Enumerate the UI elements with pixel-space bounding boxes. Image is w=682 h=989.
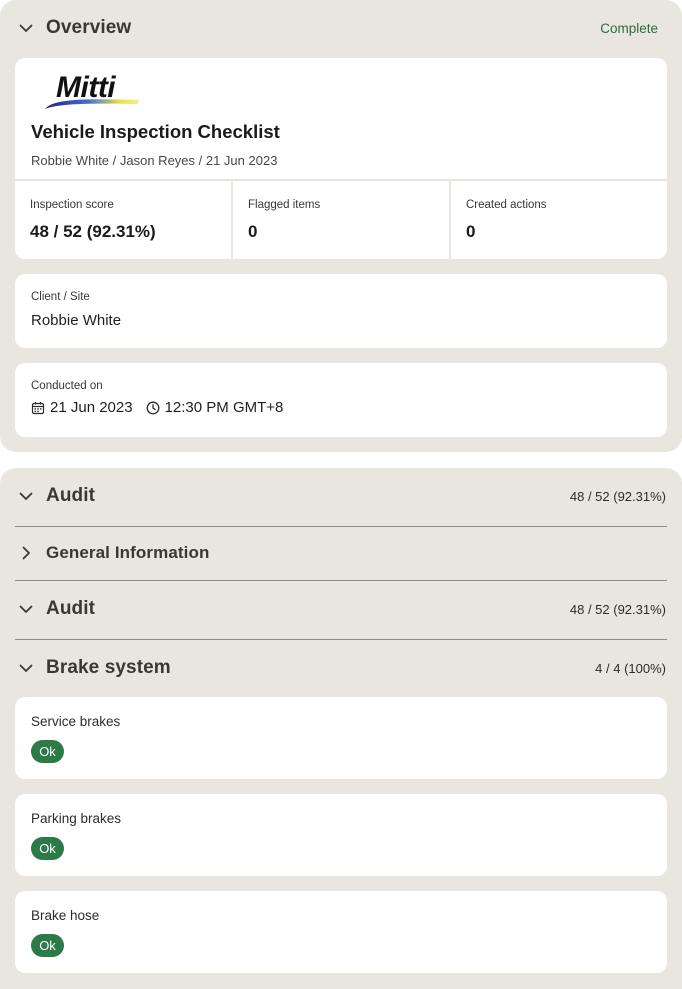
chevron-right-icon[interactable] [17,544,35,562]
divider [15,639,667,640]
item-label: Parking brakes [31,811,122,826]
summary-card: Mitti Vehicle Inspection Checklist Robbi… [15,58,667,259]
inspection-item[interactable]: Brake hose Ok [15,891,667,973]
response-ok-badge: Ok [31,934,64,957]
stat-flagged-items[interactable]: Flagged items 0 [231,181,449,259]
conducted-on-card: Conducted on 21 Jun 2023 12:30 PM GMT+8 [15,363,667,437]
stat-label: Inspection score [30,199,114,211]
client-site-value: Robbie White [31,312,122,329]
client-site-label: Client / Site [31,291,90,303]
stat-created-actions[interactable]: Created actions 0 [449,181,667,259]
divider [15,580,667,581]
item-label: Brake hose [31,908,100,923]
section-brake-system[interactable]: Brake system 4 / 4 (100%) [0,656,682,680]
overview-header[interactable]: Overview Complete [0,16,682,40]
section-audit[interactable]: Audit 48 / 52 (92.31%) [0,597,682,621]
section-title: Brake system [46,657,171,678]
company-logo: Mitti [45,70,145,110]
divider [15,526,667,527]
response-ok-badge: Ok [31,740,64,763]
section-title: Audit [46,598,96,619]
section-title: General Information [46,543,210,562]
overview-title: Overview [46,17,132,38]
audit-panel: Audit 48 / 52 (92.31%) General Informati… [0,468,682,989]
inspection-item[interactable]: Service brakes Ok [15,697,667,779]
calendar-icon [31,401,45,415]
svg-text:Mitti: Mitti [56,71,116,104]
chevron-down-icon[interactable] [17,600,35,618]
audit-title: Audit [46,485,96,506]
item-label: Service brakes [31,714,121,729]
conducted-date: 21 Jun 2023 [50,399,133,416]
conducted-time: 12:30 PM GMT+8 [164,399,284,416]
conducted-on-label: Conducted on [31,380,103,392]
stats-row: Inspection score 48 / 52 (92.31%) Flagge… [15,179,667,259]
stat-value: 0 [248,222,258,241]
clock-icon [146,401,160,415]
chevron-down-icon[interactable] [17,659,35,677]
stat-value: 0 [466,222,476,241]
conducted-datetime: 21 Jun 2023 12:30 PM GMT+8 [31,399,283,416]
inspection-item[interactable]: Parking brakes Ok [15,794,667,876]
audit-score: 48 / 52 (92.31%) [569,488,666,504]
response-ok-badge: Ok [31,837,64,860]
chevron-down-icon[interactable] [17,19,35,37]
section-score: 4 / 4 (100%) [595,660,666,676]
stat-label: Flagged items [248,199,321,211]
chevron-down-icon[interactable] [17,487,35,505]
status-badge: Complete [600,20,658,36]
overview-panel: Overview Complete Mitti Vehicle Inspecti… [0,0,682,452]
document-meta: Robbie White / Jason Reyes / 21 Jun 2023 [31,153,278,168]
section-score: 48 / 52 (92.31%) [569,601,666,617]
section-general-information[interactable]: General Information [0,541,682,565]
stat-inspection-score: Inspection score 48 / 52 (92.31%) [15,181,231,259]
document-title: Vehicle Inspection Checklist [31,121,280,142]
audit-header[interactable]: Audit 48 / 52 (92.31%) [0,484,682,508]
stat-label: Created actions [466,199,547,211]
client-site-card: Client / Site Robbie White [15,274,667,348]
stat-value: 48 / 52 (92.31%) [30,222,156,241]
